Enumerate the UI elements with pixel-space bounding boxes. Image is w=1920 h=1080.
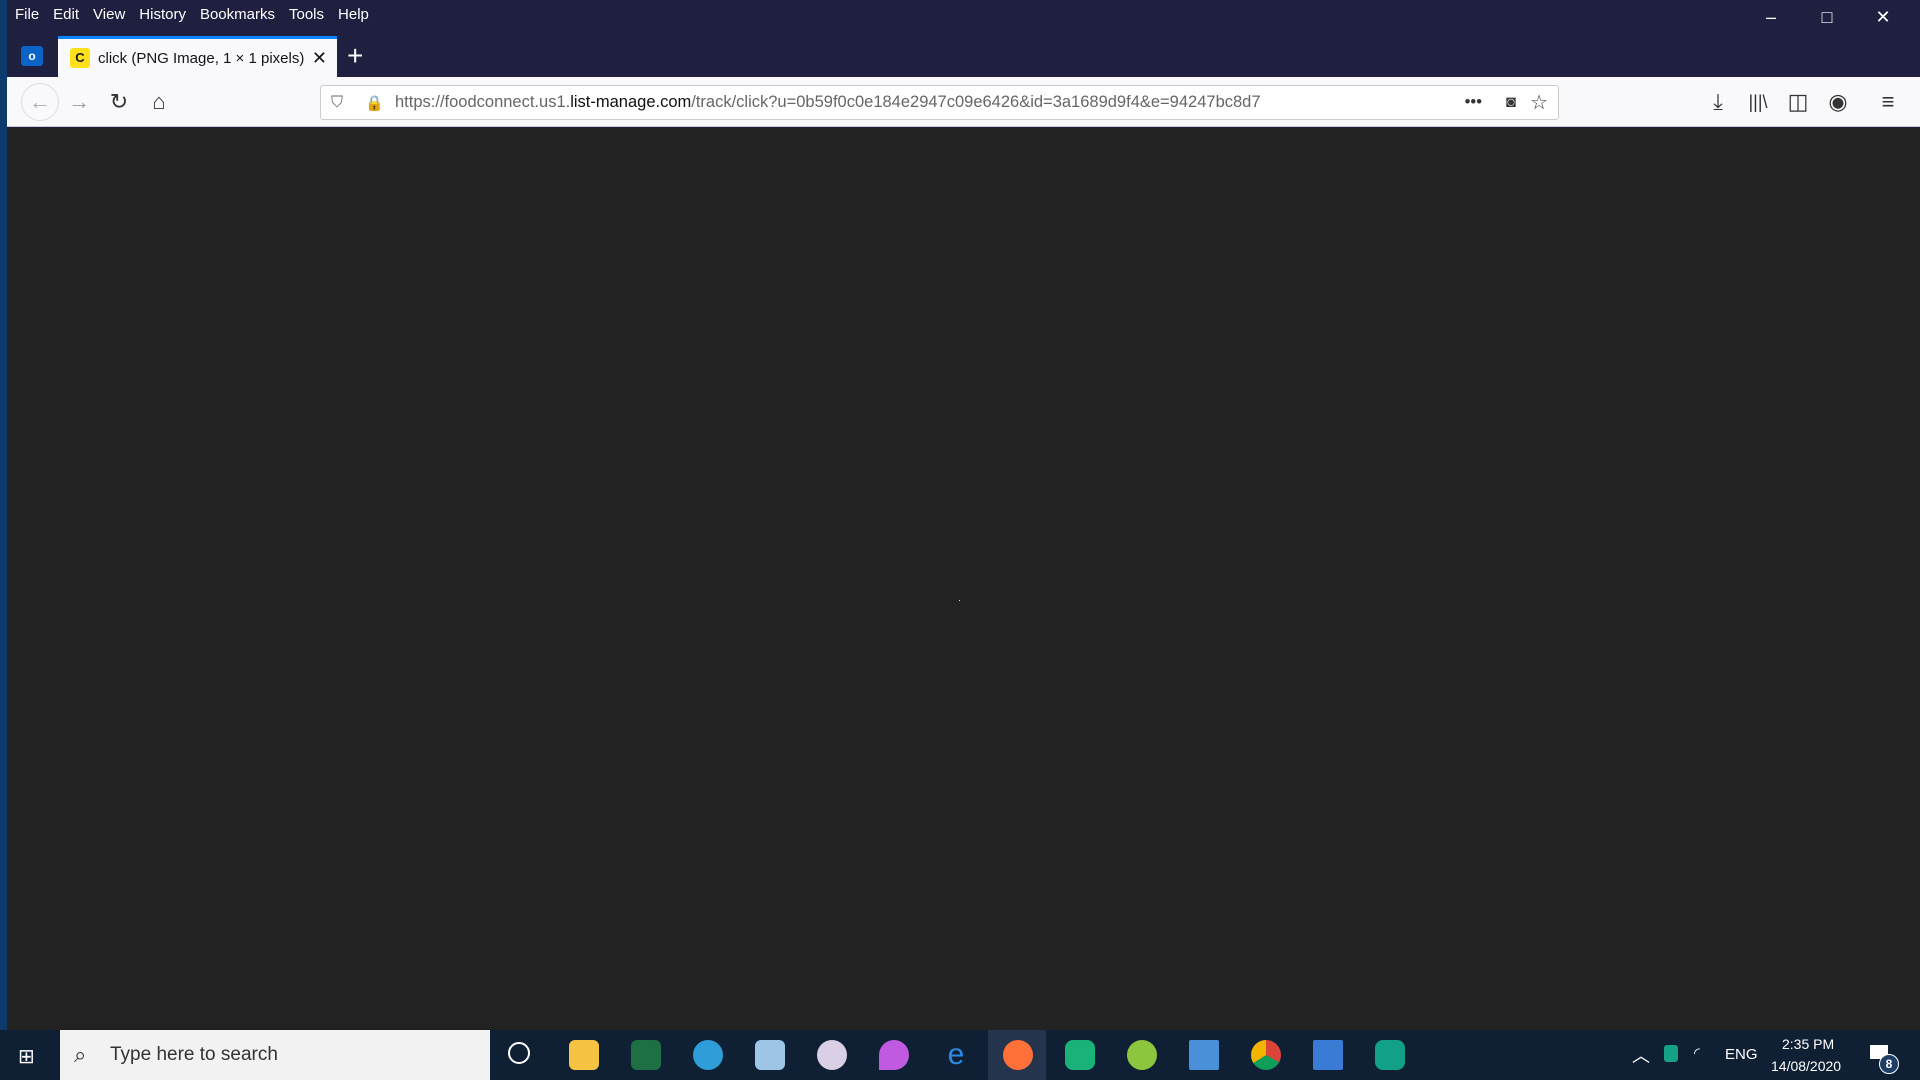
taskbar: ⊞ ⌕ Type here to search e ︿ ◜ ENG 2:35 P…: [0, 1030, 1920, 1080]
new-tab-button[interactable]: +: [347, 40, 363, 72]
url-text[interactable]: https://foodconnect.us1.list-manage.com/…: [395, 93, 1261, 112]
back-button[interactable]: ←: [21, 83, 59, 121]
url-path: /track/click?u=0b59f0c0e184e2947c09e6426…: [691, 93, 1261, 111]
app-teal-icon[interactable]: [1375, 1040, 1405, 1070]
windows-start-icon[interactable]: ⊞: [18, 1044, 35, 1069]
url-prefix: https://foodconnect.us1.: [395, 93, 571, 111]
notes-icon[interactable]: [755, 1040, 785, 1070]
clock-time[interactable]: 2:35 PM: [1782, 1036, 1834, 1052]
firefox-icon[interactable]: [1003, 1040, 1033, 1070]
maximize-button[interactable]: □: [1799, 0, 1855, 34]
menu-file[interactable]: File: [15, 6, 39, 23]
maps-icon[interactable]: [1065, 1040, 1095, 1070]
nav-toolbar: ← → ↻ ⌂ ⛉ 🔒 https://foodconnect.us1.list…: [7, 77, 1920, 127]
wifi-icon[interactable]: ◜: [1694, 1044, 1700, 1062]
menu-help[interactable]: Help: [338, 6, 369, 23]
paint-icon[interactable]: [817, 1040, 847, 1070]
tab-title: click (PNG Image, 1 × 1 pixels): [98, 49, 305, 67]
url-domain: list-manage.com: [570, 93, 692, 111]
sidebar-icon[interactable]: ◫: [1782, 86, 1814, 118]
menu-bar: File Edit View History Bookmarks Tools H…: [7, 0, 383, 28]
account-icon[interactable]: ◉: [1822, 86, 1854, 118]
reload-button[interactable]: ↻: [103, 86, 135, 118]
outlook-pinned-tab-icon[interactable]: o: [21, 46, 43, 66]
browser-window: File Edit View History Bookmarks Tools H…: [7, 0, 1920, 1030]
chrome-icon[interactable]: [1251, 1040, 1281, 1070]
menu-view[interactable]: View: [93, 6, 125, 23]
menu-tools[interactable]: Tools: [289, 6, 324, 23]
search-placeholder: Type here to search: [110, 1044, 278, 1065]
color-drop-icon[interactable]: [879, 1040, 909, 1070]
minimize-button[interactable]: –: [1743, 0, 1799, 34]
image-viewer: [7, 128, 1920, 1030]
library-icon[interactable]: |||\: [1742, 86, 1774, 118]
menu-edit[interactable]: Edit: [53, 6, 79, 23]
url-bar[interactable]: ⛉ 🔒 https://foodconnect.us1.list-manage.…: [320, 85, 1559, 120]
language-indicator[interactable]: ENG: [1725, 1046, 1758, 1063]
app-green-icon[interactable]: [1127, 1040, 1157, 1070]
png-image: [959, 600, 960, 601]
hamburger-menu-icon[interactable]: ≡: [1872, 86, 1904, 118]
menu-history[interactable]: History: [139, 6, 186, 23]
file-explorer-icon[interactable]: [569, 1040, 599, 1070]
bookmark-star-icon[interactable]: ☆: [1530, 90, 1548, 115]
downloads-icon[interactable]: ⤓: [1702, 86, 1734, 118]
tab-bar: o C click (PNG Image, 1 × 1 pixels) ✕ +: [7, 36, 1920, 77]
outlook-news-icon[interactable]: [1189, 1040, 1219, 1070]
internet-explorer-icon[interactable]: e: [941, 1040, 971, 1070]
notification-count-badge: 8: [1879, 1054, 1899, 1074]
forward-button[interactable]: →: [63, 86, 95, 118]
search-icon: ⌕: [74, 1042, 87, 1067]
lock-icon[interactable]: 🔒: [365, 94, 384, 112]
home-button[interactable]: ⌂: [143, 86, 175, 118]
clock-date[interactable]: 14/08/2020: [1771, 1058, 1841, 1074]
pocket-icon[interactable]: ◙: [1506, 93, 1516, 112]
close-window-button[interactable]: ✕: [1855, 0, 1911, 34]
menu-bookmarks[interactable]: Bookmarks: [200, 6, 275, 23]
edge-icon[interactable]: [693, 1040, 723, 1070]
excel-icon[interactable]: [631, 1040, 661, 1070]
taskbar-search[interactable]: ⌕ Type here to search: [60, 1030, 490, 1080]
show-hidden-icons-chevron-icon[interactable]: ︿: [1632, 1042, 1650, 1068]
security-shield-icon[interactable]: [1664, 1045, 1678, 1062]
shield-icon[interactable]: ⛉: [331, 94, 343, 112]
tab-active[interactable]: C click (PNG Image, 1 × 1 pixels) ✕: [58, 36, 337, 77]
cortana-icon[interactable]: [508, 1042, 530, 1064]
mailchimp-favicon-icon: C: [70, 48, 90, 68]
photos-icon[interactable]: [1313, 1040, 1343, 1070]
more-actions-icon[interactable]: •••: [1465, 93, 1482, 112]
tab-close-icon[interactable]: ✕: [312, 48, 327, 69]
